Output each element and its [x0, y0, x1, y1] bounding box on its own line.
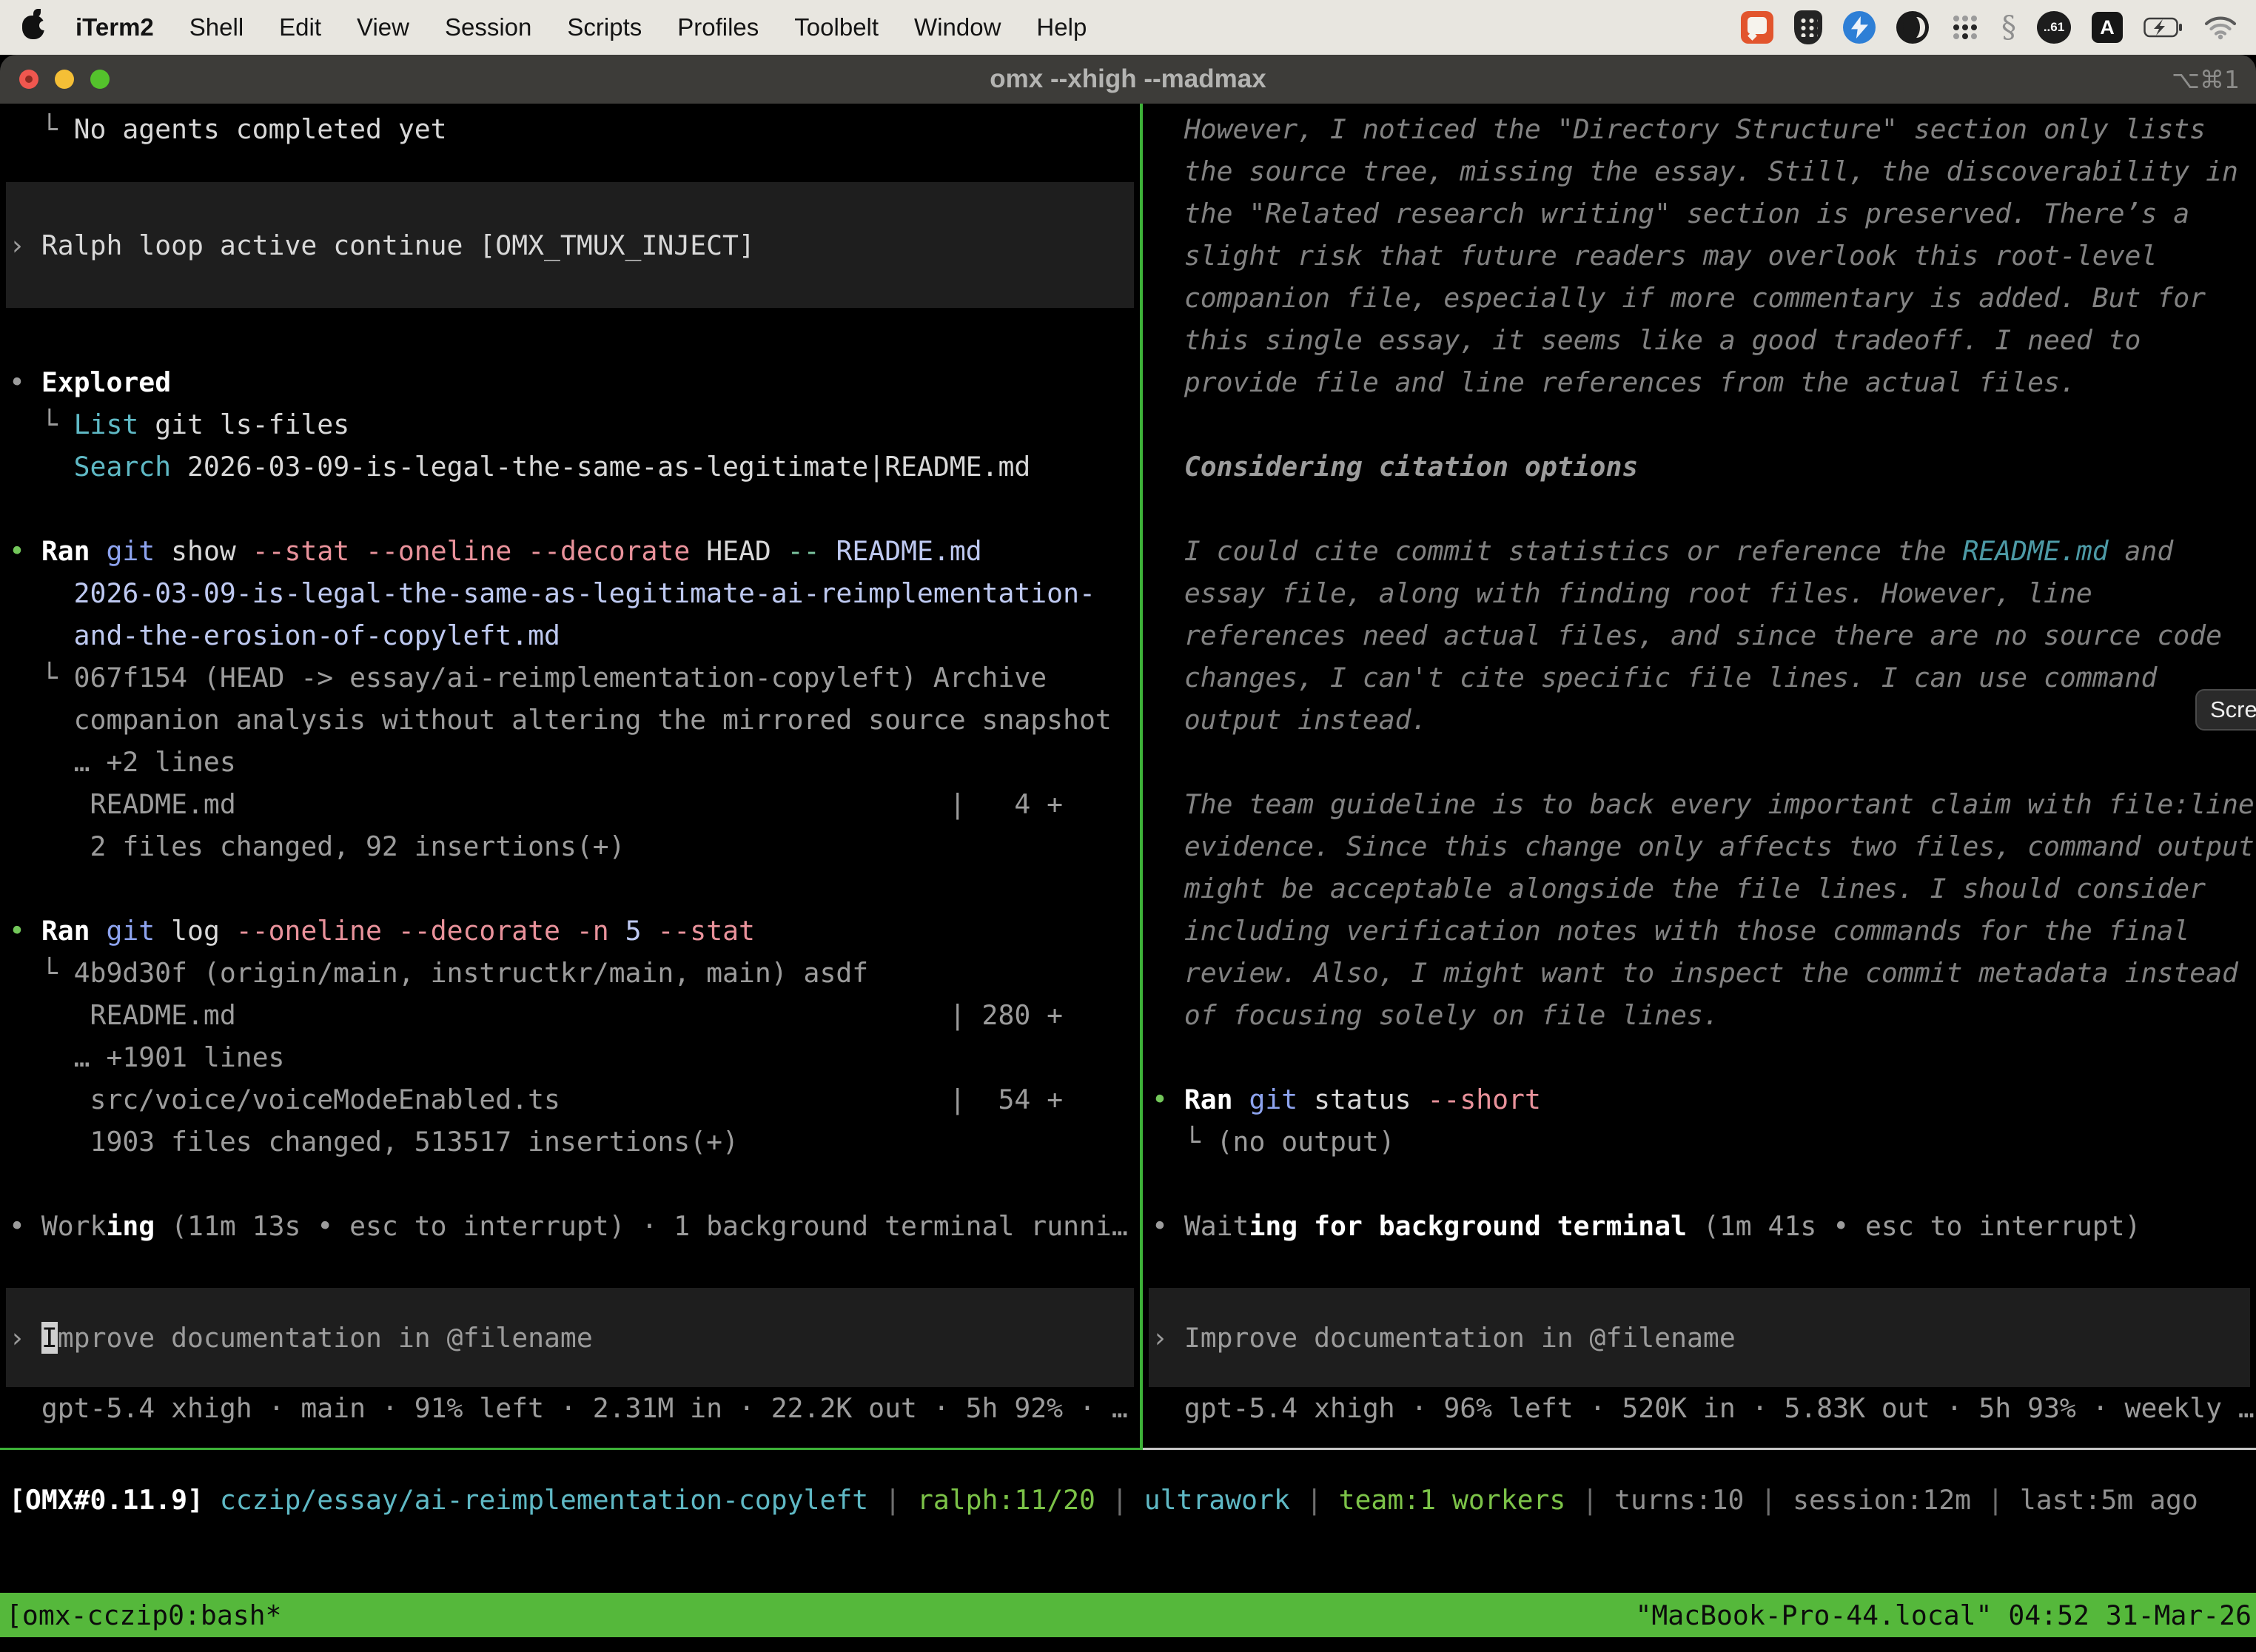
terminal-line: … +2 lines [9, 741, 236, 783]
menu-items: iTerm2ShellEditViewSessionScriptsProfile… [58, 13, 1104, 41]
terminal-line: provide file and line references from th… [1152, 361, 2076, 403]
menu-item-window[interactable]: Window [896, 13, 1018, 41]
terminal-line: this single essay, it seems like a good … [1152, 319, 2141, 361]
terminal-line: └ (no output) [1152, 1121, 1395, 1163]
terminal-line: However, I noticed the "Directory Struct… [1152, 108, 2206, 150]
wifi-icon[interactable] [2204, 15, 2237, 40]
model-status-left: gpt-5.4 xhigh · main · 91% left · 2.31M … [9, 1387, 1128, 1429]
terminal-line: changes, I can't cite specific file line… [1152, 657, 2157, 699]
close-window-button[interactable] [19, 70, 38, 89]
terminal-line: └ No agents completed yet [9, 108, 447, 150]
prompt-input-left-text[interactable]: › Improve documentation in @filename [6, 1317, 593, 1359]
terminal-line: └ List git ls-files [9, 403, 349, 446]
terminal-line: • Explored [9, 361, 171, 403]
messages-icon[interactable] [1741, 11, 1773, 44]
prompt-input-right-text[interactable]: › Improve documentation in @filename [1149, 1317, 1736, 1359]
terminal-line: review. Also, I might want to inspect th… [1152, 952, 2238, 994]
tmux-host-clock: "MacBook-Pro-44.local" 04:52 31-Mar-26 [1635, 1599, 2256, 1631]
dots-grid-icon[interactable] [1950, 12, 1981, 43]
model-status-right: gpt-5.4 xhigh · 96% left · 520K in · 5.8… [1152, 1387, 2255, 1429]
terminal-line: slight risk that future readers may over… [1152, 235, 2157, 277]
right-terminal-pane[interactable]: › Improve documentation in @filename gpt… [1143, 104, 2256, 1448]
terminal-line: the source tree, missing the essay. Stil… [1152, 150, 2238, 192]
battery-icon[interactable] [2143, 17, 2183, 38]
pane-border-bottom-right [1143, 1448, 2256, 1450]
pane-divider-vertical[interactable] [1140, 104, 1143, 1450]
menu-item-toolbelt[interactable]: Toolbelt [776, 13, 896, 41]
terminal-line: … +1901 lines [9, 1036, 284, 1078]
terminal-line: 2 files changed, 92 insertions(+) [9, 825, 625, 867]
terminal-line: I could cite commit statistics or refere… [1152, 530, 2173, 572]
window-title-bar[interactable]: omx --xhigh --madmax ⌥⌘1 [0, 55, 2256, 104]
zoom-window-button[interactable] [90, 70, 110, 89]
terminal-line: evidence. Since this change only affects… [1152, 825, 2255, 867]
tmux-status-bar: [omx-cczip0:bash* "MacBook-Pro-44.local"… [0, 1593, 2256, 1637]
menu-item-iterm2[interactable]: iTerm2 [58, 13, 172, 41]
traffic-lights [19, 55, 110, 104]
prompt-input-right[interactable]: › Improve documentation in @filename [1149, 1288, 2250, 1387]
terminal-line: Search 2026-03-09-is-legal-the-same-as-l… [9, 446, 1030, 488]
tmux-window-label[interactable]: [omx-cczip0:bash* [0, 1599, 281, 1631]
apple-menu-icon[interactable] [22, 16, 44, 39]
terminal-line: 2026-03-09-is-legal-the-same-as-legitima… [9, 572, 1095, 614]
left-terminal-pane[interactable]: › Ralph loop active continue [OMX_TMUX_I… [0, 104, 1140, 1448]
terminal-line: 1903 files changed, 513517 insertions(+) [9, 1121, 739, 1163]
terminal-line: README.md | 280 + [9, 994, 1063, 1036]
terminal-line: src/voice/voiceModeEnabled.ts | 54 + [9, 1078, 1063, 1121]
terminal-line: └ 4b9d30f (origin/main, instructkr/main,… [9, 952, 868, 994]
terminal-line: • Working (11m 13s • esc to interrupt) ·… [9, 1205, 1128, 1247]
macos-menu-bar: iTerm2ShellEditViewSessionScriptsProfile… [0, 0, 2256, 55]
terminal-line: and-the-erosion-of-copyleft.md [9, 614, 560, 657]
terminal-line: essay file, along with finding root file… [1152, 572, 2092, 614]
menu-status-icons: § ..61 A [1741, 10, 2256, 44]
gauge-61-icon[interactable]: ..61 [2037, 11, 2071, 44]
terminal-line: companion file, especially if more comme… [1152, 277, 2206, 319]
menu-item-help[interactable]: Help [1018, 13, 1104, 41]
shield-grid-icon[interactable] [1794, 10, 1822, 44]
crescent-icon[interactable] [1896, 11, 1929, 44]
terminal-line: • Ran git status --short [1152, 1078, 1541, 1121]
terminal-line: might be acceptable alongside the file l… [1152, 867, 2206, 910]
screen-overlay-tooltip: Scre [2195, 689, 2256, 731]
hook-icon[interactable]: § [2001, 10, 2016, 44]
terminal-line: including verification notes with those … [1152, 910, 2189, 952]
terminal-line: output instead. [1152, 699, 1427, 741]
menu-item-scripts[interactable]: Scripts [549, 13, 659, 41]
terminal-line: of focusing solely on file lines. [1152, 994, 1719, 1036]
menu-item-profiles[interactable]: Profiles [659, 13, 776, 41]
menu-item-shell[interactable]: Shell [172, 13, 261, 41]
menu-item-session[interactable]: Session [427, 13, 549, 41]
menu-item-view[interactable]: View [339, 13, 427, 41]
zap-badge-icon[interactable] [1843, 11, 1876, 44]
omx-status-line: [OMX#0.11.9] cczip/essay/ai-reimplementa… [9, 1479, 2198, 1521]
pane-border-bottom-left [0, 1448, 1140, 1450]
terminal-line: • Ran git log --oneline --decorate -n 5 … [9, 910, 755, 952]
terminal-line: the "Related research writing" section i… [1152, 192, 2189, 235]
terminal-line: Considering citation options [1152, 446, 1638, 488]
terminal-line: └ 067f154 (HEAD -> essay/ai-reimplementa… [9, 657, 1047, 699]
keyboard-layout-icon[interactable]: A [2092, 12, 2123, 43]
terminal-line: README.md | 4 + [9, 783, 1063, 825]
terminal-line: • Ran git show --stat --oneline --decora… [9, 530, 982, 572]
prompt-input-left[interactable]: › Improve documentation in @filename [6, 1288, 1134, 1387]
minimize-window-button[interactable] [55, 70, 74, 89]
terminal-line: • Waiting for background terminal (1m 41… [1152, 1205, 2141, 1247]
terminal-line: companion analysis without altering the … [9, 699, 1112, 741]
menu-item-edit[interactable]: Edit [261, 13, 339, 41]
terminal-line: references need actual files, and since … [1152, 614, 2222, 657]
screen-overlay-tooltip-label: Scre [2210, 696, 2256, 723]
ralph-loop-banner-text: › Ralph loop active continue [OMX_TMUX_I… [6, 224, 755, 266]
window-shortcut-label: ⌥⌘1 [2172, 65, 2240, 94]
ralph-loop-banner: › Ralph loop active continue [OMX_TMUX_I… [6, 182, 1134, 308]
terminal-content: › Ralph loop active continue [OMX_TMUX_I… [0, 104, 2256, 1652]
terminal-line: The team guideline is to back every impo… [1152, 783, 2255, 825]
window-title: omx --xhigh --madmax [0, 64, 2256, 94]
